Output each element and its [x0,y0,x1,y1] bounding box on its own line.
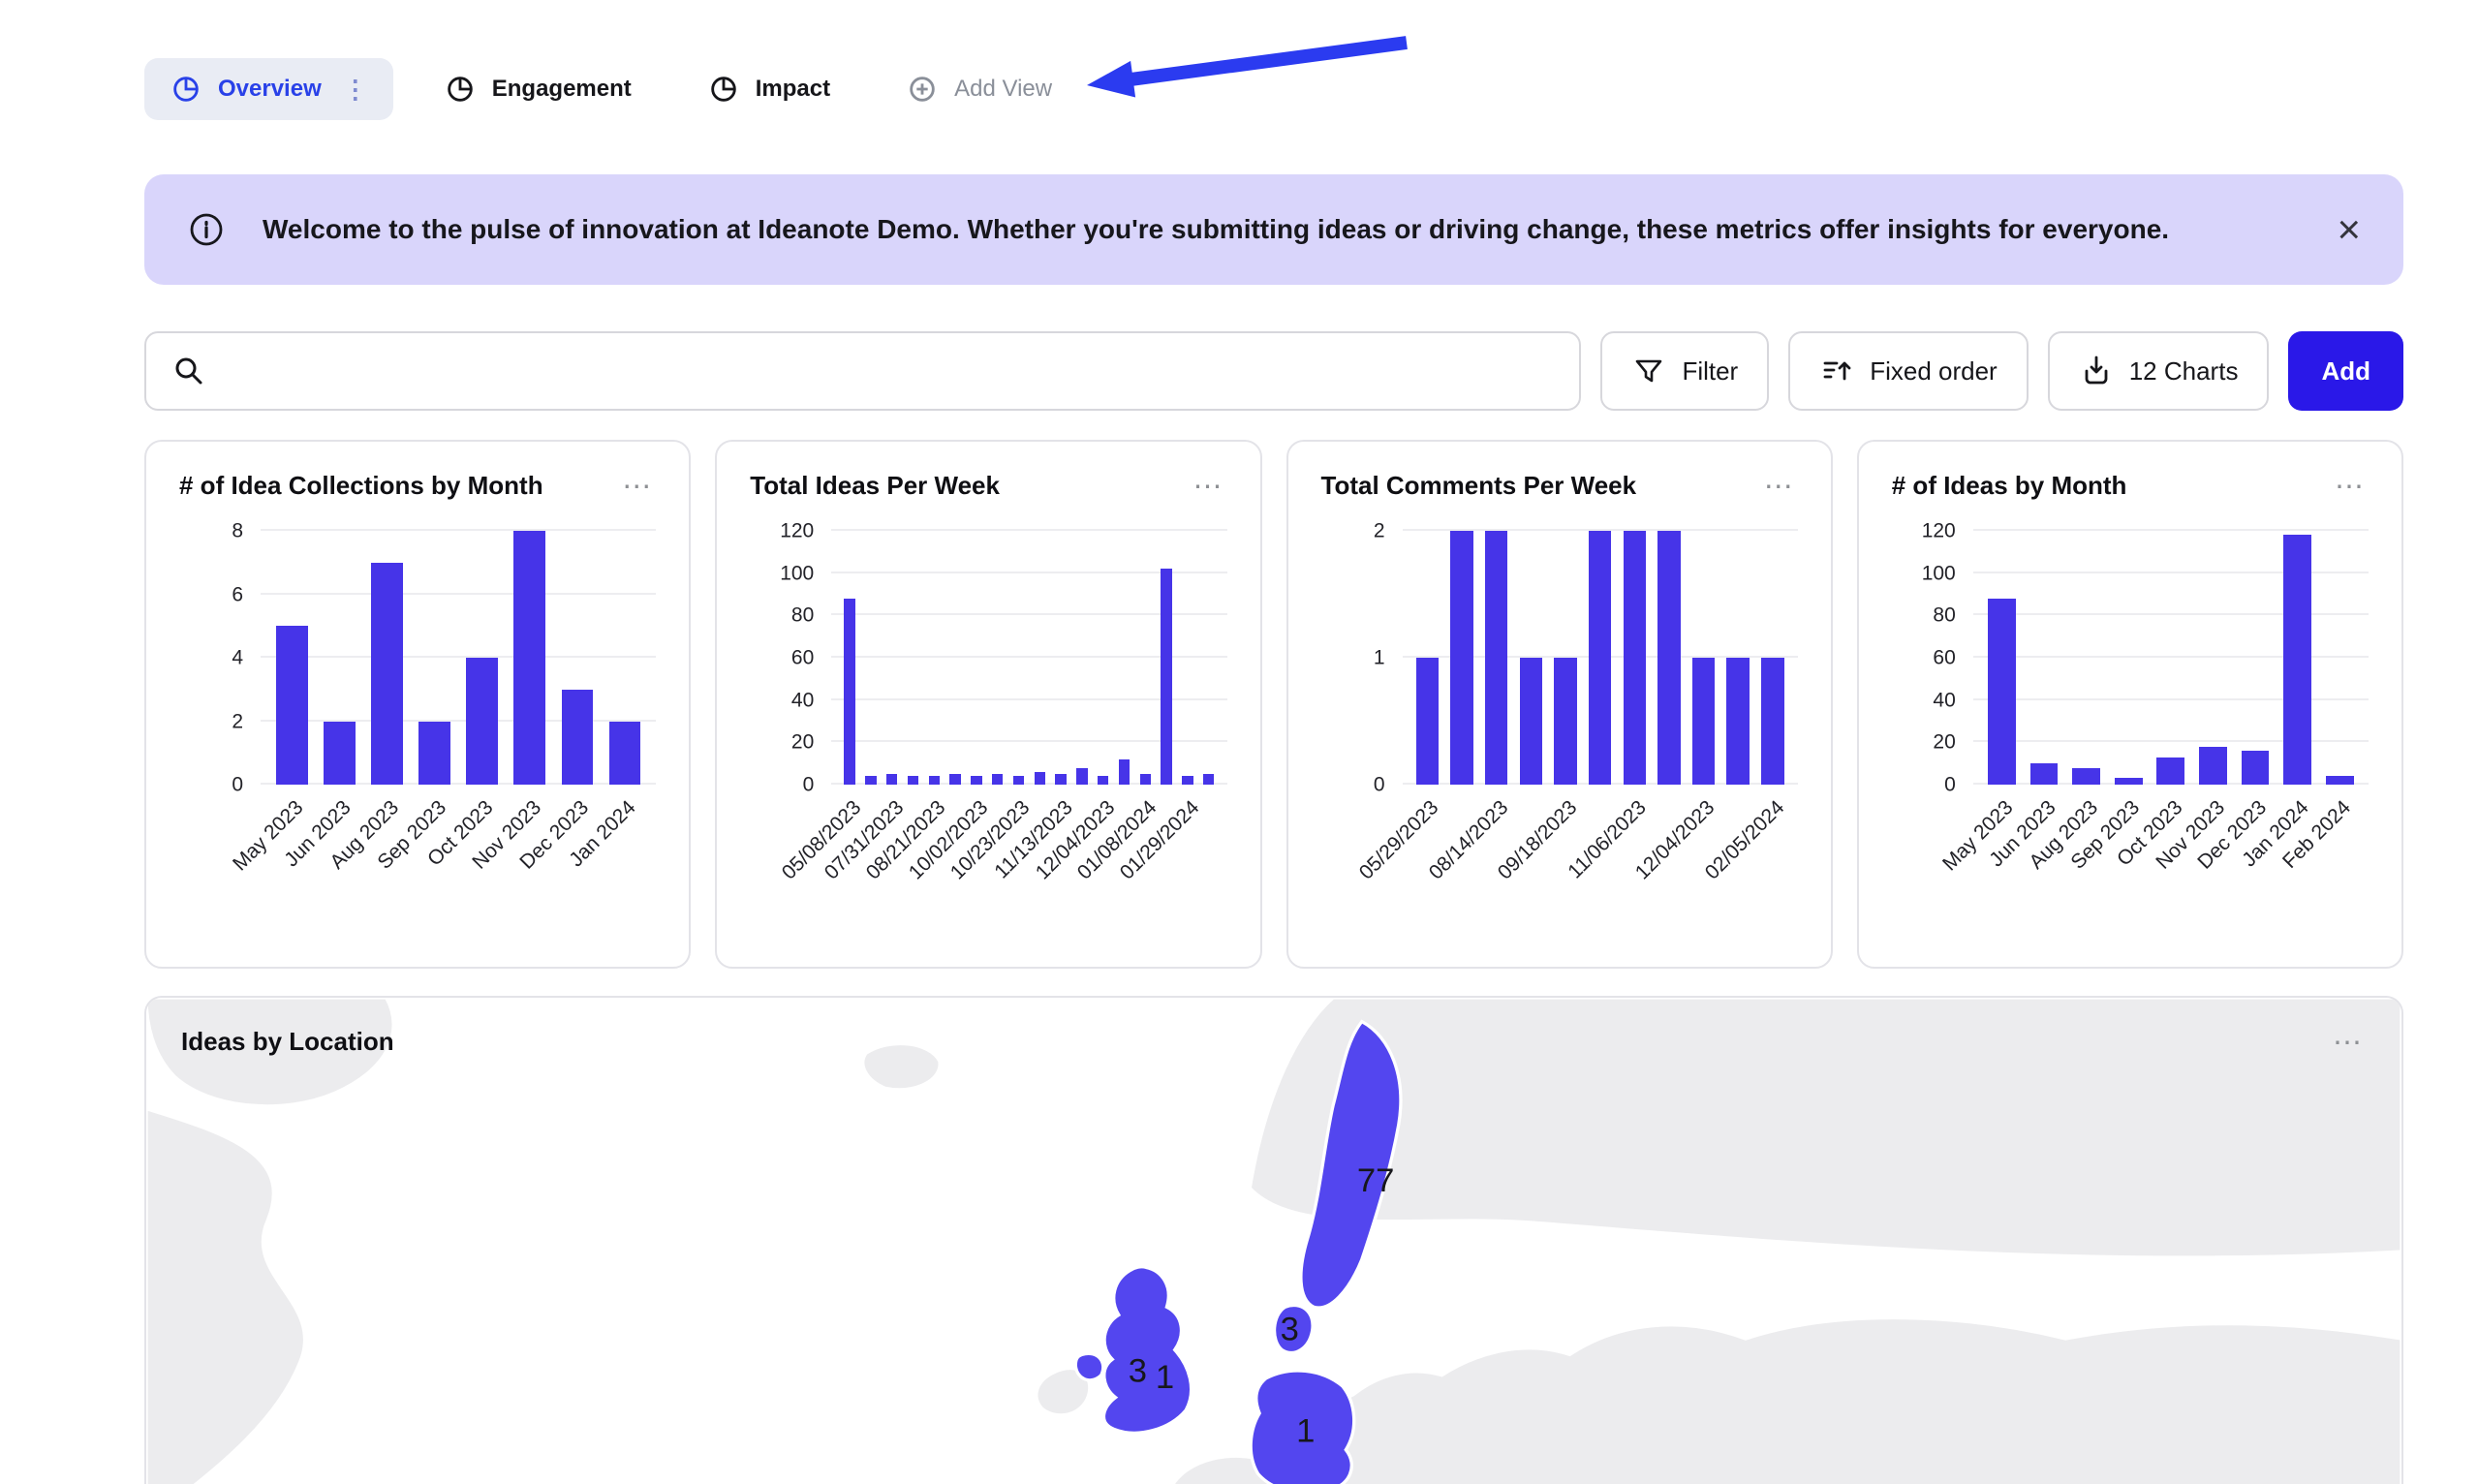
bars [1403,531,1798,785]
pie-chart-icon [707,73,740,106]
svg-text:77: 77 [1357,1162,1395,1199]
search-input[interactable] [224,356,1554,386]
bars [831,531,1226,785]
x-axis-labels: May 2023Jun 2023Aug 2023Sep 2023Oct 2023… [261,785,656,940]
svg-text:3: 3 [1281,1312,1299,1348]
fixed-order-button[interactable]: Fixed order [1788,331,2029,411]
chart-card-idea-collections-by-month: # of Idea Collections by Month ⋯ 02468 M… [144,440,691,969]
chart-plot [831,531,1226,785]
svg-text:3: 3 [1129,1352,1147,1389]
united-kingdom-shape[interactable] [1103,1267,1191,1434]
tab-impact[interactable]: Impact [682,58,855,120]
svg-text:1: 1 [1156,1359,1174,1396]
europe-map[interactable]: 773311 [146,998,2401,1484]
europe-mainland-shape [1170,1317,2401,1484]
chart-plot [1973,531,2369,785]
tab-add-view[interactable]: Add View [881,58,1077,120]
view-tabs: Overview ⋮ Engagement Impact Add View [144,58,2403,120]
plus-circle-icon [906,73,939,106]
filter-funnel-icon [1631,354,1666,388]
bar-chart: 02468 May 2023Jun 2023Aug 2023Sep 2023Oc… [179,531,656,940]
charts-count-button[interactable]: 12 Charts [2048,331,2270,411]
chart-title: Total Ideas Per Week [750,471,1000,501]
northern-ireland-shape[interactable] [1075,1353,1102,1379]
toolbar: Filter Fixed order 12 Charts Add [144,331,2403,411]
y-axis: 020406080100120 [1892,531,1973,785]
tab-overview-label: Overview [218,76,322,103]
tab-overview[interactable]: Overview ⋮ [144,58,393,120]
x-axis-labels: 05/08/202307/31/202308/21/202310/02/2023… [831,785,1226,940]
charts-tray-icon [2079,354,2114,388]
chart-plot [261,531,656,785]
north-america-shape [146,1109,305,1484]
add-button[interactable]: Add [2288,331,2403,411]
card-menu-icon[interactable]: ⋯ [1192,471,1227,504]
chart-plot [1403,531,1798,785]
bar-chart: 020406080100120 May 2023Jun 2023Aug 2023… [1892,531,2369,940]
bar-chart: 020406080100120 05/08/202307/31/202308/2… [750,531,1226,940]
card-menu-icon[interactable]: ⋯ [2333,471,2369,504]
close-icon[interactable]: × [2337,209,2361,250]
bars [1973,531,2369,785]
chart-card-ideas-by-month: # of Ideas by Month ⋯ 020406080100120 Ma… [1857,440,2403,969]
card-menu-icon[interactable]: ⋯ [1762,471,1798,504]
sort-order-icon [1819,354,1854,388]
chart-card-total-comments-per-week: Total Comments Per Week ⋯ 012 05/29/2023… [1286,440,1833,969]
chart-title: # of Ideas by Month [1892,471,2127,501]
pie-chart-icon [170,73,202,106]
tab-engagement-label: Engagement [492,76,632,103]
search-box [144,331,1581,411]
tab-engagement[interactable]: Engagement [418,58,657,120]
card-menu-icon[interactable]: ⋯ [2331,1027,2367,1060]
filter-button-label: Filter [1682,356,1738,386]
tab-impact-label: Impact [756,76,830,103]
welcome-banner: Welcome to the pulse of innovation at Id… [144,174,2403,285]
banner-message: Welcome to the pulse of innovation at Id… [263,214,2300,245]
bars [261,531,656,785]
x-axis-labels: May 2023Jun 2023Aug 2023Sep 2023Oct 2023… [1973,785,2369,940]
chart-title: # of Idea Collections by Month [179,471,543,501]
info-icon [187,210,226,249]
x-axis-labels: 05/29/202308/14/202309/18/202311/06/2023… [1403,785,1798,940]
y-axis: 012 [1321,531,1403,785]
svg-text:1: 1 [1296,1413,1315,1450]
fixed-order-button-label: Fixed order [1870,356,1998,386]
map-title: Ideas by Location [181,1027,394,1057]
y-axis: 02468 [179,531,261,785]
card-menu-icon[interactable]: ⋯ [620,471,656,504]
map-card-ideas-by-location: 773311 Ideas by Location ⋯ [144,996,2403,1484]
filter-button[interactable]: Filter [1600,331,1769,411]
chart-title: Total Comments Per Week [1321,471,1637,501]
search-icon [171,354,206,388]
pie-chart-icon [444,73,477,106]
charts-count-button-label: 12 Charts [2129,356,2239,386]
dashboard-page: Overview ⋮ Engagement Impact Add View [0,0,2478,1484]
chart-card-total-ideas-per-week: Total Ideas Per Week ⋯ 020406080100120 0… [715,440,1261,969]
bar-chart: 012 05/29/202308/14/202309/18/202311/06/… [1321,531,1798,940]
y-axis: 020406080100120 [750,531,831,785]
tab-add-view-label: Add View [954,76,1052,103]
tab-overview-menu-icon[interactable]: ⋮ [343,77,368,102]
chart-cards: # of Idea Collections by Month ⋯ 02468 M… [144,440,2403,969]
